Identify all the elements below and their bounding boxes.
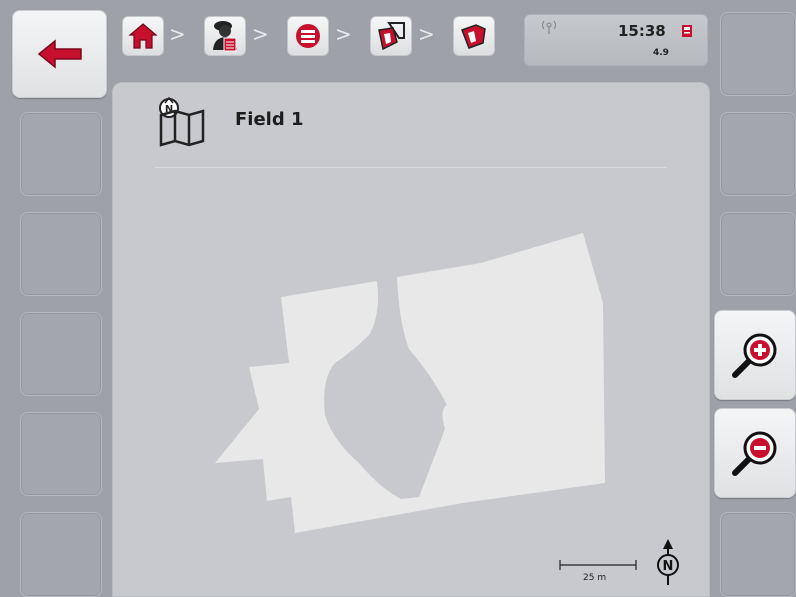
breadcrumb-fields[interactable] — [370, 16, 412, 56]
right-softkey-1[interactable] — [720, 12, 796, 96]
breadcrumb-separator: > — [418, 22, 435, 46]
zoom-out-icon — [732, 431, 777, 476]
breadcrumb-separator: > — [169, 22, 186, 46]
left-softkey-2[interactable] — [20, 112, 102, 196]
scale-label: 25 m — [583, 573, 607, 583]
status-box: 15:38 4.9 — [524, 14, 708, 66]
left-softkey-3[interactable] — [20, 212, 102, 296]
zoom-out-button[interactable] — [714, 408, 796, 498]
field-boundary-map[interactable] — [113, 153, 711, 593]
back-button[interactable] — [12, 10, 107, 98]
breadcrumb-field[interactable] — [453, 16, 495, 56]
north-arrow-icon: N — [657, 539, 679, 585]
breadcrumb-home[interactable] — [122, 16, 164, 56]
list-icon — [296, 24, 320, 48]
main-panel: N Field 1 25 m N — [112, 82, 710, 597]
left-softkey-6[interactable] — [20, 512, 102, 597]
left-softkey-5[interactable] — [20, 412, 102, 496]
software-version: 4.9 — [653, 48, 669, 58]
field-map-icon: N — [159, 96, 205, 147]
clock-time: 15:38 — [618, 22, 666, 40]
right-softkey-3[interactable] — [720, 212, 796, 296]
right-softkey-6[interactable] — [720, 512, 796, 597]
back-arrow-icon — [37, 39, 82, 69]
left-softkey-4[interactable] — [20, 312, 102, 396]
memory-card-icon — [682, 25, 692, 37]
zoom-in-button[interactable] — [714, 310, 796, 400]
breadcrumb-separator: > — [252, 22, 269, 46]
right-softkey-2[interactable] — [720, 112, 796, 196]
signal-icon — [542, 20, 556, 34]
breadcrumb: > > > > 15:38 4.9 — [112, 10, 712, 72]
breadcrumb-list[interactable] — [287, 16, 329, 56]
field-icon — [461, 24, 486, 49]
fields-icon — [378, 22, 405, 51]
operator-icon — [213, 21, 237, 52]
page-title: Field 1 — [235, 109, 304, 130]
home-icon — [128, 23, 158, 49]
zoom-in-icon — [732, 333, 777, 378]
breadcrumb-operator[interactable] — [204, 16, 246, 56]
breadcrumb-separator: > — [335, 22, 352, 46]
field-polygon — [215, 233, 605, 533]
scale-bar — [559, 560, 637, 570]
svg-text:N: N — [663, 559, 674, 574]
